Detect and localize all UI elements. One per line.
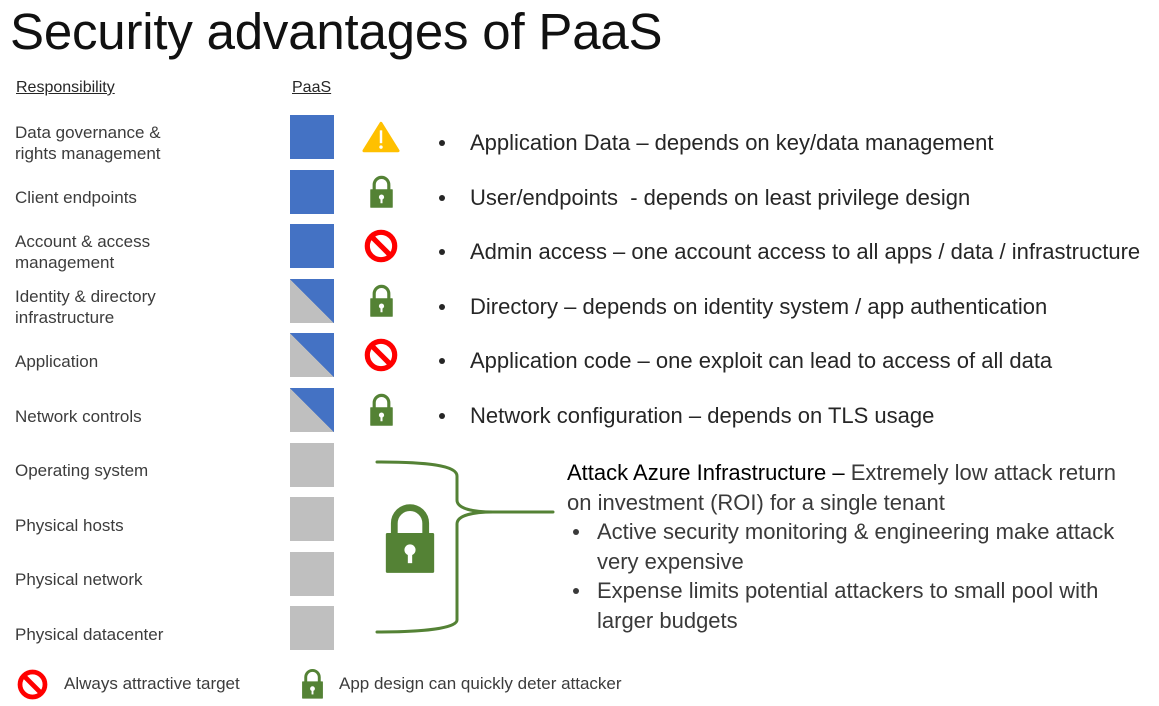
row-label-line: rights management xyxy=(15,144,161,163)
lock-icon xyxy=(362,279,400,323)
row-label-line: management xyxy=(15,253,115,273)
risk-note-text: Directory – depends on identity system /… xyxy=(470,293,1048,319)
legend-label: Always attractive target xyxy=(64,674,240,693)
bullet-dot xyxy=(439,249,445,256)
bullet-dot xyxy=(439,358,445,365)
infrastructure-attack-note: Attack Azure Infrastructure – Extremely … xyxy=(567,458,1139,636)
paas-responsibility-cell-gray xyxy=(290,606,334,651)
row-label-line: infrastructure xyxy=(15,307,115,327)
row-label-line: Operating system xyxy=(15,461,149,481)
row-label-line: Identity & directory xyxy=(15,286,156,306)
responsibility-row: Client endpoints User/endpoints - depends… xyxy=(0,169,1159,214)
row-label: Client endpoints xyxy=(15,170,137,214)
bullet-dot xyxy=(573,588,579,595)
row-label: Application xyxy=(15,333,98,377)
row-label-line: Network controls xyxy=(15,406,142,426)
row-label: Account & access management xyxy=(15,224,151,272)
risk-note: Application Data – depends on key/data m… xyxy=(439,115,993,159)
row-label-line: Client endpoints xyxy=(15,188,137,208)
responsibility-row: Identity & directory infrastructure Direct… xyxy=(0,278,1159,327)
responsibility-row: Data governance & rights management Applic… xyxy=(0,115,1159,163)
risk-note: Network configuration – depends on TLS u… xyxy=(439,388,934,432)
infrastructure-attack-heading: Attack Azure Infrastructure – xyxy=(567,460,845,485)
risk-note: Directory – depends on identity system /… xyxy=(439,279,1047,323)
paas-responsibility-cell-blue xyxy=(290,224,334,269)
row-label-line: Physical network xyxy=(15,570,143,590)
paas-responsibility-cell-blue xyxy=(290,115,334,159)
row-label: Physical hosts xyxy=(15,497,124,541)
responsibility-column-header: Responsibility xyxy=(16,79,115,96)
bullet-dot xyxy=(573,529,579,536)
prohibited-icon xyxy=(362,224,400,268)
legend-label: App design can quickly deter attacker xyxy=(339,674,622,693)
row-label: Network controls xyxy=(15,388,142,432)
row-label-line: Application xyxy=(15,351,99,371)
paas-responsibility-cell-split xyxy=(290,333,334,378)
risk-note: Admin access – one account access to all… xyxy=(439,224,1140,268)
bullet-dot xyxy=(439,194,445,201)
infrastructure-bullet: Expense limits potential attackers to sm… xyxy=(567,576,1139,635)
bullet-dot xyxy=(439,140,445,146)
paas-responsibility-cell-gray xyxy=(290,551,334,596)
row-label: Physical network xyxy=(15,552,143,596)
risk-note: User/endpoints - depends on least privil… xyxy=(439,170,970,214)
row-label-line: Data governance & xyxy=(15,123,161,142)
bullet-text: Expense limits potential attackers to sm… xyxy=(597,578,1099,633)
slide: Security advantages of PaaS Responsibili… xyxy=(0,0,1159,706)
infrastructure-attack-summary: Attack Azure Infrastructure – Extremely … xyxy=(567,458,1139,517)
lock-icon xyxy=(362,170,400,214)
responsibility-row: Account & access management Admin access –… xyxy=(0,224,1159,272)
paas-responsibility-cell-gray xyxy=(290,442,334,487)
infrastructure-bullet: Active security monitoring & engineering… xyxy=(567,517,1139,576)
row-label: Physical datacenter xyxy=(15,606,163,650)
paas-responsibility-cell-split xyxy=(290,388,334,432)
legend-item-lock: App design can quickly deter attacker xyxy=(300,667,622,701)
paas-responsibility-cell-gray xyxy=(290,497,334,542)
large-lock-icon xyxy=(381,502,439,576)
bullet-text: Active security monitoring & engineering… xyxy=(597,519,1115,574)
row-label-line: Physical datacenter xyxy=(15,624,164,644)
risk-note: Application code – one exploit can lead … xyxy=(439,333,1052,377)
row-label: Data governance & rights management xyxy=(15,115,161,163)
risk-note-text: Application code – one exploit can lead … xyxy=(470,348,1053,374)
responsibility-row: Application Application code – one exploi… xyxy=(0,333,1159,378)
paas-responsibility-cell-blue xyxy=(290,169,334,214)
row-label: Identity & directory infrastructure xyxy=(15,279,156,327)
risk-note-text: User/endpoints - depends on least privil… xyxy=(470,184,971,210)
row-label-line: Physical hosts xyxy=(15,515,124,535)
infrastructure-bullets: Active security monitoring & engineering… xyxy=(567,517,1139,635)
bullet-dot xyxy=(439,413,445,419)
paas-responsibility-cell-split xyxy=(290,278,334,323)
risk-note-text: Application Data – depends on key/data m… xyxy=(470,130,994,155)
paas-column-header: PaaS xyxy=(292,79,332,96)
prohibited-icon xyxy=(17,669,48,700)
lock-icon xyxy=(362,388,400,432)
legend-item-prohibited: Always attractive target xyxy=(17,667,240,701)
prohibited-icon xyxy=(362,333,400,377)
row-label-line: Account & access xyxy=(15,232,151,252)
warning-icon xyxy=(362,115,400,159)
lock-icon xyxy=(300,668,325,700)
bullet-dot xyxy=(439,303,445,310)
risk-note-text: Admin access – one account access to all… xyxy=(470,239,1141,265)
risk-note-text: Network configuration – depends on TLS u… xyxy=(470,403,935,428)
slide-title: Security advantages of PaaS xyxy=(10,3,663,60)
row-label: Operating system xyxy=(15,443,148,487)
responsibility-row: Network controls Network configuration – … xyxy=(0,388,1159,432)
